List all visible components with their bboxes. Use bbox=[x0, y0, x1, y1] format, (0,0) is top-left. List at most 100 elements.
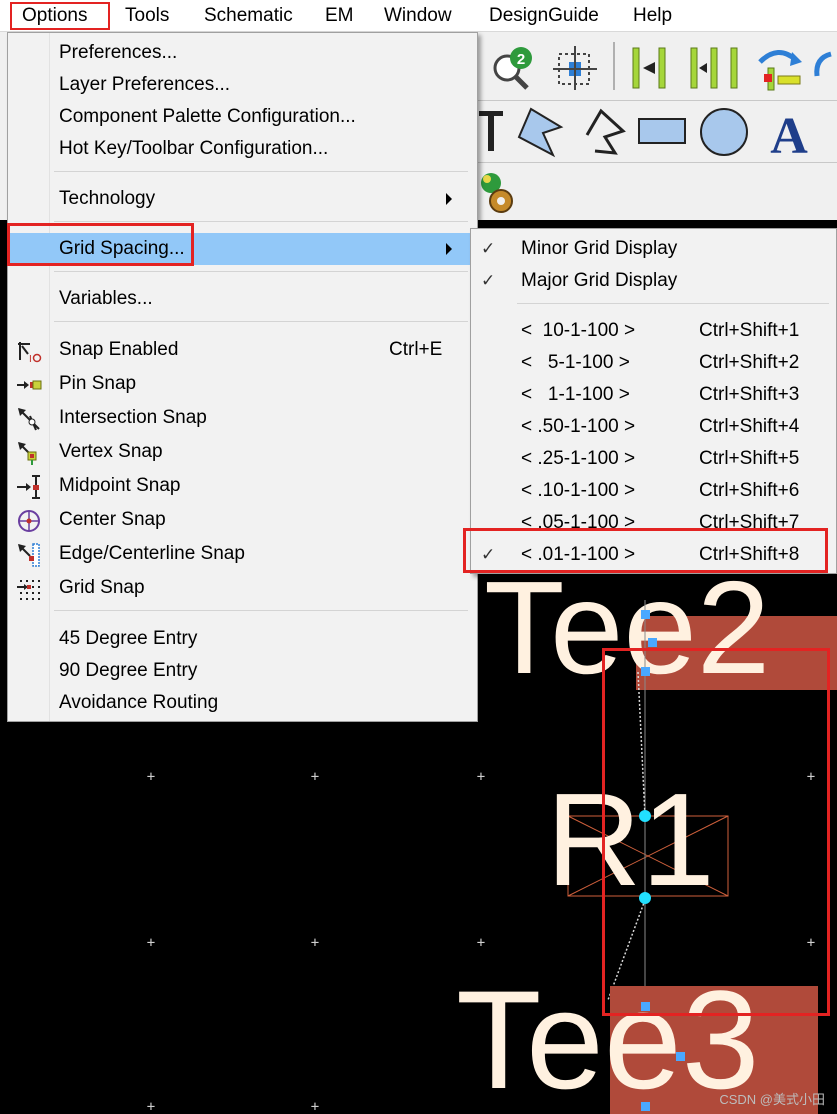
center-snap-icon bbox=[18, 510, 40, 532]
menu-item-vertex-snap[interactable]: Vertex Snap bbox=[9, 436, 476, 468]
menu-separator bbox=[54, 321, 468, 322]
grid-option-shortcut: Ctrl+Shift+6 bbox=[699, 480, 800, 501]
selection-handle[interactable] bbox=[641, 1002, 650, 1011]
menu-item-shortcut: Ctrl+E bbox=[389, 339, 443, 360]
vertex-snap-icon bbox=[18, 442, 37, 465]
menu-item-layer-preferences[interactable]: Layer Preferences... bbox=[9, 69, 476, 101]
grid-option-label: < 1-1-100 > bbox=[521, 384, 630, 405]
pin-node[interactable] bbox=[639, 810, 651, 822]
menu-tools[interactable]: Tools bbox=[125, 4, 169, 28]
distribute-icon[interactable] bbox=[685, 44, 745, 92]
selection-handle[interactable] bbox=[641, 1102, 650, 1111]
menu-item-preferences[interactable]: Preferences... bbox=[9, 37, 476, 69]
selection-handle[interactable] bbox=[676, 1052, 685, 1061]
grid-option-label: < .50-1-100 > bbox=[521, 416, 636, 437]
midpoint-snap-icon bbox=[17, 475, 40, 499]
menu-options[interactable]: Options bbox=[10, 2, 110, 30]
menu-item-grid-snap[interactable]: Grid Snap bbox=[9, 572, 476, 604]
grid-option-label: < 10-1-100 > bbox=[521, 320, 636, 341]
grid-option-label: < .25-1-100 > bbox=[521, 448, 636, 469]
grid-point: + bbox=[310, 935, 320, 951]
edge-centerline-snap-icon bbox=[18, 543, 40, 567]
menu-em[interactable]: EM bbox=[325, 4, 354, 28]
menu-separator bbox=[517, 303, 829, 304]
menu-item-grid-spacing[interactable]: Grid Spacing... bbox=[9, 233, 476, 265]
menu-item-label: Grid Spacing... bbox=[59, 238, 185, 259]
menu-item-label: Technology bbox=[59, 188, 156, 209]
menu-item-technology[interactable]: Technology bbox=[9, 183, 476, 215]
menu-item-label: Intersection Snap bbox=[59, 407, 207, 428]
menu-item-component-palette[interactable]: Component Palette Configuration... bbox=[9, 101, 476, 133]
pin-node[interactable] bbox=[639, 892, 651, 904]
refresh-icon[interactable] bbox=[811, 46, 837, 94]
menu-item-label: Edge/Centerline Snap bbox=[59, 543, 245, 564]
menu-item-intersection-snap[interactable]: Intersection Snap bbox=[9, 402, 476, 434]
align-left-icon[interactable] bbox=[625, 44, 675, 92]
grid-point: + bbox=[146, 935, 156, 951]
selection-handle[interactable] bbox=[648, 638, 657, 647]
menu-item-pin-snap[interactable]: Pin Snap bbox=[9, 368, 476, 400]
toolbar-row-2: A bbox=[477, 100, 837, 160]
grid-option[interactable]: < .50-1-100 > Ctrl+Shift+4 bbox=[471, 411, 836, 443]
menu-item-center-snap[interactable]: Center Snap bbox=[9, 504, 476, 536]
menu-item-avoidance-routing[interactable]: Avoidance Routing bbox=[9, 687, 476, 719]
toolbar-separator bbox=[613, 42, 615, 90]
menu-item-label: Midpoint Snap bbox=[59, 475, 181, 496]
grid-option[interactable]: < 10-1-100 > Ctrl+Shift+1 bbox=[471, 315, 836, 347]
menu-item-label: Component Palette Configuration... bbox=[59, 106, 356, 127]
grid-option-shortcut: Ctrl+Shift+3 bbox=[699, 384, 800, 405]
grid-option-shortcut: Ctrl+Shift+1 bbox=[699, 320, 800, 341]
svg-text:I: I bbox=[29, 354, 32, 364]
grid-option-shortcut: Ctrl+Shift+8 bbox=[699, 544, 800, 565]
simulate-settings-icon[interactable] bbox=[477, 169, 521, 215]
menu-item-label: Pin Snap bbox=[59, 373, 137, 394]
menu-schematic-label: Schematic bbox=[204, 5, 293, 26]
grid-option[interactable]: < 5-1-100 > Ctrl+Shift+2 bbox=[471, 347, 836, 379]
grid-option-selected[interactable]: ✓ < .01-1-100 > Ctrl+Shift+8 bbox=[471, 539, 836, 571]
menu-window[interactable]: Window bbox=[384, 4, 452, 28]
menu-separator bbox=[54, 271, 468, 272]
selection-handle[interactable] bbox=[641, 610, 650, 619]
check-icon: ✓ bbox=[481, 271, 496, 290]
submenu-item-major-grid[interactable]: ✓ Major Grid Display bbox=[471, 265, 836, 297]
menu-item-midpoint-snap[interactable]: Midpoint Snap bbox=[9, 470, 476, 502]
grid-option[interactable]: < .25-1-100 > Ctrl+Shift+5 bbox=[471, 443, 836, 475]
menu-separator bbox=[54, 171, 468, 172]
grid-option[interactable]: < 1-1-100 > Ctrl+Shift+3 bbox=[471, 379, 836, 411]
selection-handle[interactable] bbox=[641, 667, 650, 676]
zoom-grid-icon[interactable]: 2 bbox=[487, 44, 535, 92]
menu-item-label: Center Snap bbox=[59, 509, 166, 530]
menu-item-label: Snap Enabled bbox=[59, 339, 179, 360]
menu-item-variables[interactable]: Variables... bbox=[9, 283, 476, 315]
menu-schematic[interactable]: Schematic bbox=[204, 4, 293, 28]
options-dropdown-menu: Preferences... Layer Preferences... Comp… bbox=[7, 32, 478, 722]
menu-item-45-degree-entry[interactable]: 45 Degree Entry bbox=[9, 623, 476, 655]
grid-option[interactable]: < .10-1-100 > Ctrl+Shift+6 bbox=[471, 475, 836, 507]
grid-option-shortcut: Ctrl+Shift+4 bbox=[699, 416, 800, 437]
menu-item-edge-centerline-snap[interactable]: Edge/Centerline Snap bbox=[9, 538, 476, 570]
toolbar-row-3 bbox=[477, 162, 837, 218]
circle-tool-icon[interactable] bbox=[697, 105, 751, 159]
grid-spacing-submenu: ✓ Minor Grid Display ✓ Major Grid Displa… bbox=[470, 228, 837, 574]
menu-separator bbox=[54, 221, 468, 222]
menu-item-hotkey-toolbar[interactable]: Hot Key/Toolbar Configuration... bbox=[9, 133, 476, 165]
grid-point: + bbox=[146, 769, 156, 785]
text-tool-icon[interactable] bbox=[477, 107, 505, 157]
grid-option[interactable]: < .05-1-100 > Ctrl+Shift+7 bbox=[471, 507, 836, 539]
select-component-icon[interactable] bbox=[551, 44, 599, 92]
menu-item-snap-enabled[interactable]: I Snap Enabled Ctrl+E bbox=[9, 334, 476, 366]
grid-option-shortcut: Ctrl+Shift+2 bbox=[699, 352, 800, 373]
polygon-tool-icon[interactable] bbox=[513, 105, 567, 159]
rectangle-tool-icon[interactable] bbox=[637, 113, 689, 149]
menu-item-label: Layer Preferences... bbox=[59, 74, 231, 95]
font-tool-icon[interactable]: A bbox=[761, 105, 817, 159]
submenu-item-minor-grid[interactable]: ✓ Minor Grid Display bbox=[471, 233, 836, 265]
rotate-component-icon[interactable] bbox=[752, 42, 804, 94]
grid-snap-icon bbox=[17, 580, 40, 600]
menu-designguide[interactable]: DesignGuide bbox=[489, 4, 599, 28]
polyline-tool-icon[interactable] bbox=[575, 105, 629, 159]
menu-separator bbox=[54, 610, 468, 611]
pin-snap-icon bbox=[17, 380, 42, 390]
menu-help[interactable]: Help bbox=[633, 4, 672, 28]
menu-item-90-degree-entry[interactable]: 90 Degree Entry bbox=[9, 655, 476, 687]
